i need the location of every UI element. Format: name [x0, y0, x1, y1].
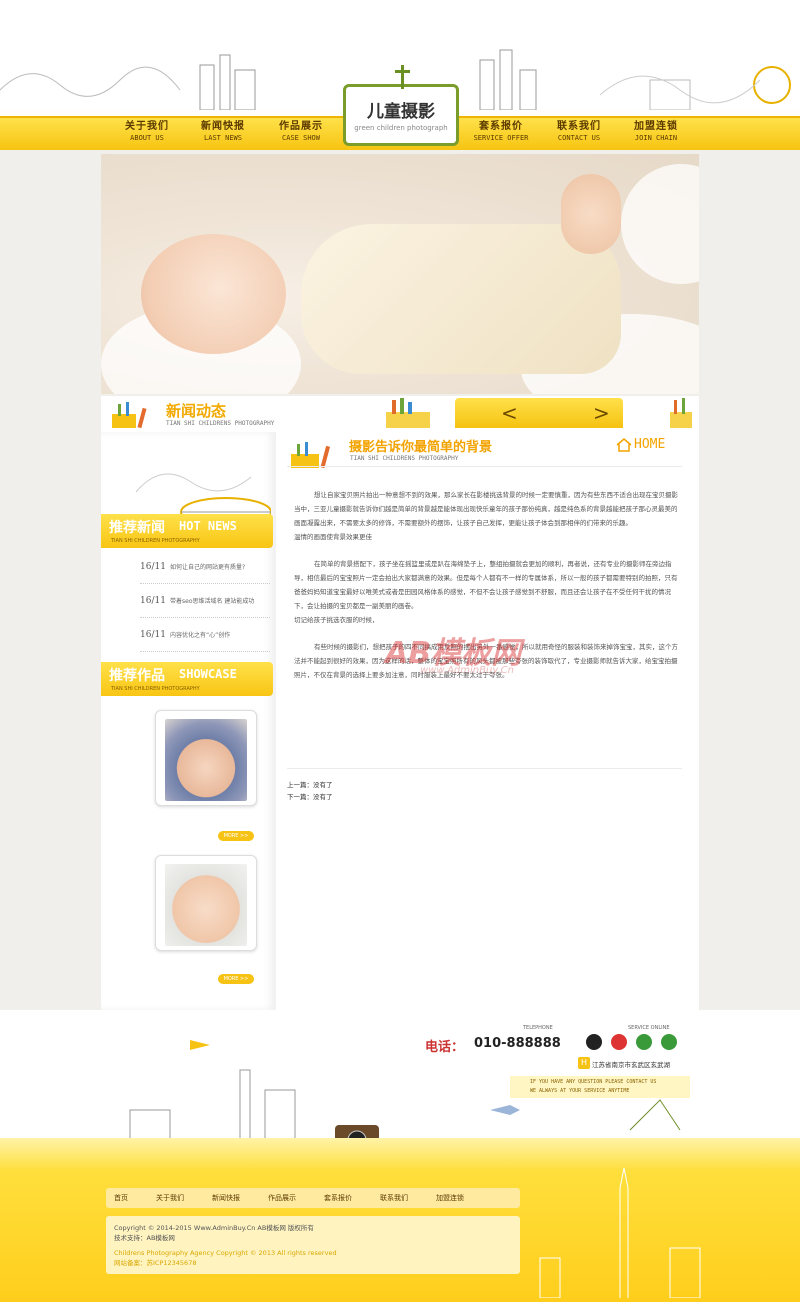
contact-line-1: IF YOU HAVE ANY QUESTION PLEASE CONTACT … [530, 1079, 657, 1085]
logo-subtitle: green children photograph [354, 124, 448, 132]
showcase-more-button[interactable]: MORE >> [218, 831, 254, 841]
nav-cases-label: 作品展示 [279, 121, 323, 132]
nav-contact-label: 联系我们 [557, 121, 601, 132]
footer-copyright-box: Copyright © 2014-2015 Www.AdminBuy.Cn AB… [106, 1216, 520, 1274]
nav-cases-en: CASE SHOW [282, 134, 320, 142]
list-item[interactable]: 16/11 如何让自己的网站更有质量? [140, 550, 270, 584]
news-section-title: 新闻动态 [166, 402, 227, 420]
copyright-en-text: Childrens Photography Agency Copyright ©… [114, 1249, 337, 1257]
footer-nav-cases[interactable]: 作品展示 [268, 1193, 296, 1203]
slider-controls: < > [455, 398, 623, 428]
title-divider [287, 466, 682, 467]
telephone-label-en: TELEPHONE [523, 1025, 553, 1031]
showcase-title-en: SHOWCASE [179, 667, 237, 681]
qq-penguin-icon[interactable] [611, 1034, 627, 1050]
nav-join-en: JOIN CHAIN [634, 134, 678, 142]
nav-about-en: ABOUT US [130, 134, 164, 142]
showcase-title: 推荐作品 [109, 668, 165, 684]
tower-skyline-illustration [539, 1167, 701, 1298]
hot-news-sub: TIAN SHI CHILDREN PHOTOGRAPHY [111, 538, 200, 544]
footer-nav-contact[interactable]: 联系我们 [380, 1193, 408, 1203]
hot-news-title: 推荐新闻 [109, 520, 165, 536]
nav-news-label: 新闻快报 [201, 121, 245, 132]
list-item[interactable]: 16/11 内容优化之有“心”创作 [140, 618, 270, 652]
location-icon: H [578, 1057, 590, 1069]
phone-number: 010-888888 [474, 1036, 561, 1051]
msn-icon[interactable] [661, 1034, 677, 1050]
baby-foot-shape [561, 174, 621, 254]
service-online-label: SERVICE ONLINE [628, 1025, 670, 1031]
showcase-photo-1[interactable] [155, 710, 257, 806]
slider-next-arrow-icon[interactable]: > [593, 401, 610, 425]
showcase-header: 推荐作品 SHOWCASE TIAN SHI CHILDREN PHOTOGRA… [101, 662, 273, 696]
news-title[interactable]: 带着seo思维活域名 建站能成功 [170, 596, 254, 605]
nav-contact-en: CONTACT US [557, 134, 601, 142]
contact-line-2: WE ALWAYS AT YOUR SERVICE ANYTIME [530, 1088, 630, 1094]
nav-cases[interactable]: 作品展示 CASE SHOW [265, 120, 337, 148]
baby-photo-image [165, 719, 247, 801]
msn-icon[interactable] [636, 1034, 652, 1050]
home-icon[interactable] [616, 438, 632, 452]
news-date: 16/11 [140, 595, 166, 606]
watermark-url: www.AdminBuy.Cn [420, 665, 514, 676]
nav-contact[interactable]: 联系我们 CONTACT US [543, 120, 615, 148]
showcase-sub: TIAN SHI CHILDREN PHOTOGRAPHY [111, 686, 200, 692]
news-date: 16/11 [140, 629, 166, 640]
pencil-cup-right-icon [670, 398, 692, 428]
nav-join-label: 加盟连锁 [634, 121, 678, 132]
footer-nav-join[interactable]: 加盟连锁 [436, 1193, 464, 1203]
cross-sign-icon [395, 65, 410, 89]
article-subtitle: TIAN SHI CHILDRENS PHOTOGRAPHY [350, 455, 459, 462]
list-item[interactable]: 16/11 带着seo思维活域名 建站能成功 [140, 584, 270, 618]
contact-banner: IF YOU HAVE ANY QUESTION PLEASE CONTACT … [510, 1076, 690, 1098]
footer-nav: 首页 关于我们 新闻快报 作品展示 套系报价 联系我们 加盟连锁 [106, 1188, 520, 1208]
hot-news-header: 推荐新闻 HOT NEWS TIAN SHI CHILDREN PHOTOGRA… [101, 514, 273, 548]
next-article-link[interactable]: 下一篇：没有了 [287, 791, 333, 801]
footer-nav-news[interactable]: 新闻快报 [212, 1193, 240, 1203]
news-date: 16/11 [140, 561, 166, 572]
article-paragraph: 在简单的背景搭配下，孩子坐在摇篮里或是趴在海绵垫子上，整组拍摄就会更加的顺利，再… [294, 560, 678, 610]
qq-penguin-icon[interactable] [586, 1034, 602, 1050]
hot-news-list: 16/11 如何让自己的网站更有质量? 16/11 带着seo思维活域名 建站能… [140, 550, 270, 652]
nav-news-en: LAST NEWS [204, 134, 242, 142]
nav-news[interactable]: 新闻快报 LAST NEWS [187, 120, 259, 148]
copyright-text: Copyright © 2014-2015 Www.AdminBuy.Cn AB… [114, 1224, 314, 1232]
footer-nav-about[interactable]: 关于我们 [156, 1193, 184, 1203]
icp-text: 网站备案：苏ICP12345678 [114, 1259, 197, 1267]
nav-offer-label: 套系报价 [479, 121, 523, 132]
news-title[interactable]: 内容优化之有“心”创作 [170, 630, 230, 639]
news-title[interactable]: 如何让自己的网站更有质量? [170, 562, 245, 571]
prev-article-link[interactable]: 上一篇：没有了 [287, 779, 333, 789]
pencil-cup-icon [291, 442, 331, 469]
nav-offer[interactable]: 套系报价 SERVICE OFFER [465, 120, 537, 148]
tech-support-text: 技术支持：AB模板网 [114, 1234, 175, 1242]
home-link[interactable]: HOME [634, 437, 665, 452]
showcase-photo-2[interactable] [155, 855, 257, 951]
article-paragraph: 切记给孩子挑选衣服的时候， [294, 616, 379, 624]
showcase-more-button[interactable]: MORE >> [218, 974, 254, 984]
nav-offer-en: SERVICE OFFER [473, 134, 529, 142]
hero-banner-image [101, 154, 699, 394]
footer-nav-offer[interactable]: 套系报价 [324, 1193, 352, 1203]
slider-prev-arrow-icon[interactable]: < [501, 401, 518, 425]
baby-photo-image [165, 864, 247, 946]
nav-join[interactable]: 加盟连锁 JOIN CHAIN [620, 120, 692, 148]
logo-title: 儿童摄影 [367, 102, 435, 122]
article-title: 摄影告诉你最简单的背景 [349, 440, 493, 455]
pencil-box-icon [386, 398, 430, 428]
article-paragraph: 温情的画面使背景效果更佳 [294, 533, 372, 541]
footer-nav-home[interactable]: 首页 [114, 1193, 128, 1203]
news-section-subtitle: TIAN SHI CHILDRENS PHOTOGRAPHY [166, 420, 275, 427]
baby-head-shape [141, 234, 286, 354]
article-divider [287, 768, 682, 769]
pencil-cup-icon [112, 402, 147, 429]
nav-about[interactable]: 关于我们 ABOUT US [111, 120, 183, 148]
hot-news-title-en: HOT NEWS [179, 519, 237, 533]
footer-address: 江苏省南京市玄武区玄武湖 [592, 1061, 670, 1069]
article-paragraph: 想让自家宝贝照片拍出一种意想不到的效果，那么家长在影楼挑选背景的时候一定要慎重，… [294, 491, 678, 527]
site-logo[interactable]: 儿童摄影 green children photograph [343, 65, 459, 146]
nav-about-label: 关于我们 [125, 121, 169, 132]
phone-label: 电话： [425, 1040, 465, 1055]
